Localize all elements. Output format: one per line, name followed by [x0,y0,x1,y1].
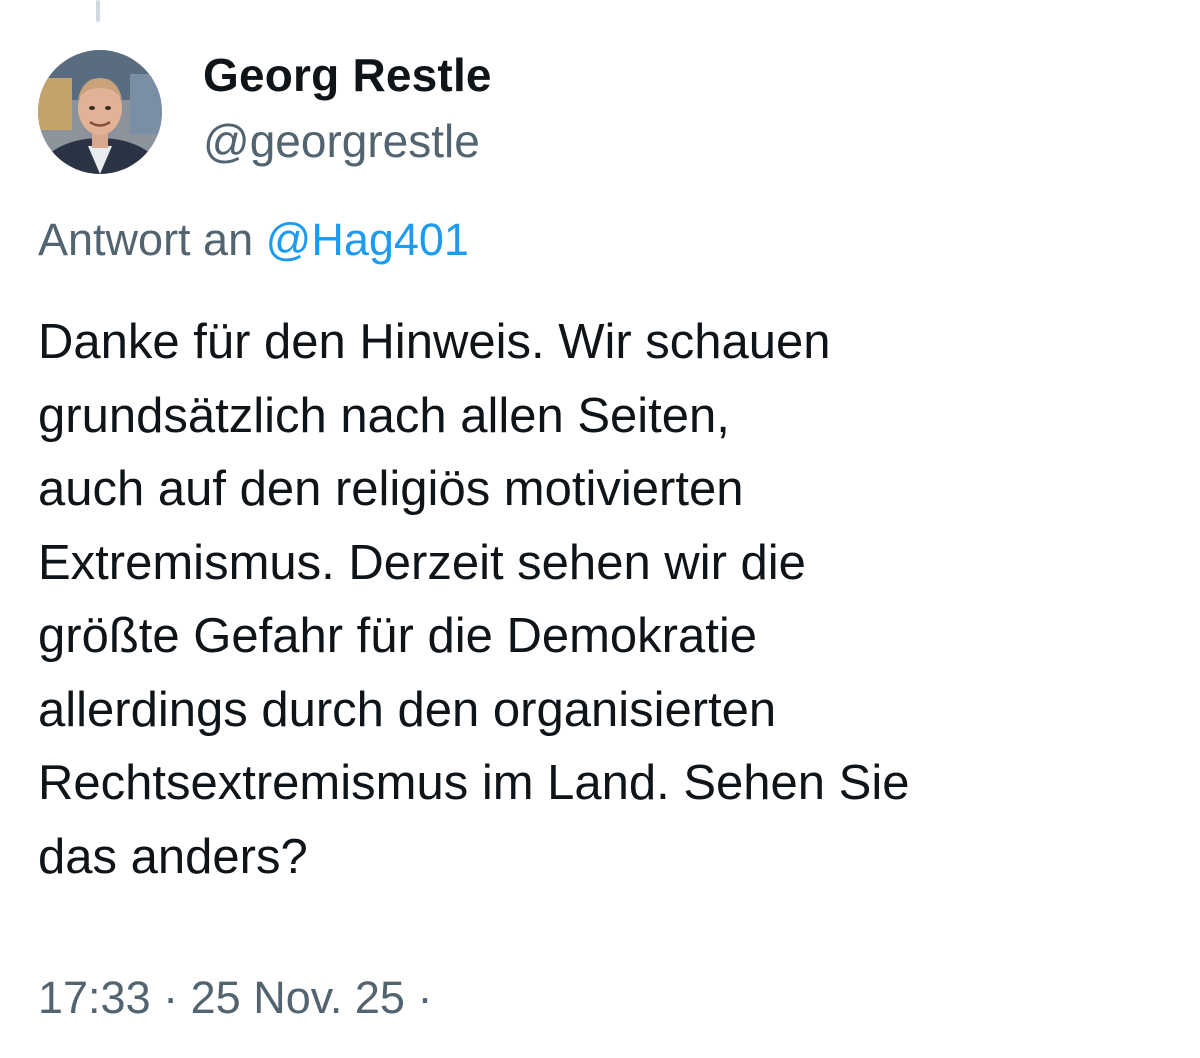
tweet-text-line: größte Gefahr für die Demokratie [38,609,757,663]
tweet-text-line: das anders? [38,829,308,884]
tweet-text-line: allerdings durch den organisierten [38,682,777,737]
tweet-text-line: Extremismus. Derzeit sehen wir die [38,535,806,590]
reply-prefix: Antwort an [38,214,254,265]
author-handle[interactable]: @georgrestle [203,114,480,168]
tweet-text: Danke für den Hinweis. Wir schauen grund… [38,306,1178,894]
tweet-time[interactable]: 17:33 [38,972,151,1023]
tweet-text-line: auch auf den religiös motivierten [38,462,744,516]
tweet-date[interactable]: 25 Nov. 25 [191,972,405,1023]
thread-connector-line [96,0,100,22]
avatar[interactable] [38,50,162,174]
tweet-metadata: 17:33 · 25 Nov. 25 · [38,972,432,1024]
reply-context: Antwort an @Hag401 [38,214,469,266]
reply-mention-link[interactable]: @Hag401 [266,214,469,265]
tweet-text-line: Danke für den Hinweis. Wir schauen [38,315,831,369]
avatar-photo [38,50,162,174]
meta-separator-trailing: · [417,972,433,1023]
tweet-text-line: Rechtsextremismus im Land. Sehen Sie [38,756,910,810]
meta-separator: · [163,972,179,1023]
tweet-text-line: grundsätzlich nach allen Seiten, [38,388,730,443]
author-display-name[interactable]: Georg Restle [203,48,492,102]
